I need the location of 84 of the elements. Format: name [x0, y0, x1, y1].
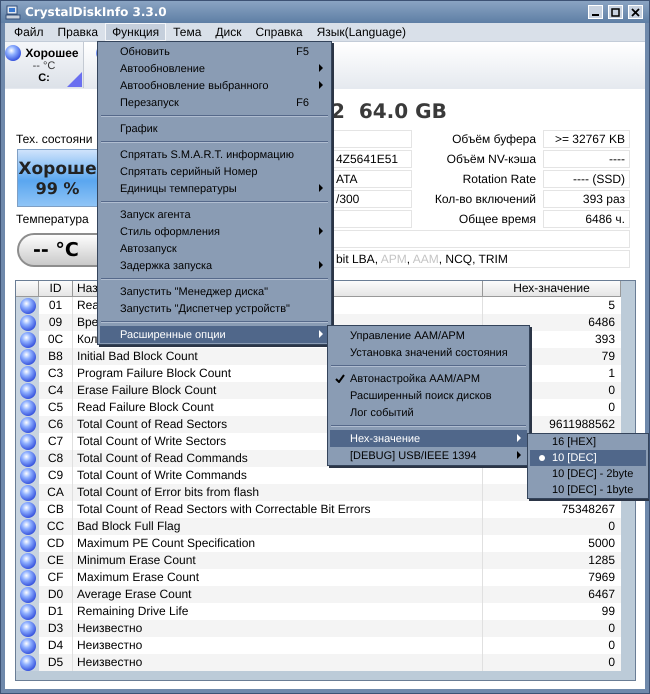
disk-letter: C:	[38, 72, 50, 84]
attribute-name: Remaining Drive Life	[77, 604, 188, 618]
attribute-name: Erase Failure Block Count	[77, 383, 216, 397]
info-field: 6486 ч.	[543, 210, 630, 228]
attribute-id: C5	[48, 400, 64, 414]
info-label: Объём буфера	[451, 132, 537, 146]
attribute-id: D5	[48, 655, 64, 669]
attribute-name: Неизвестно	[77, 621, 142, 635]
attribute-id: D4	[48, 638, 64, 652]
attribute-name: Total Count of Error bits from flash	[77, 485, 260, 499]
attribute-value: 79	[602, 349, 615, 363]
attribute-value: 7969	[588, 570, 615, 584]
info-label: Общее время	[458, 212, 537, 226]
attribute-value: 99	[602, 604, 615, 618]
attribute-value: 0	[608, 383, 615, 397]
attribute-name: Total Count of Read Sectors	[77, 417, 228, 431]
attribute-value: 0	[608, 638, 615, 652]
attribute-id: CD	[46, 536, 64, 550]
attribute-value: 0	[608, 621, 615, 635]
feature-list: bit LBA, APM, AAM, NCQ, TRIM	[331, 250, 630, 268]
attribute-value: 5	[608, 298, 615, 312]
attribute-id: B8	[48, 349, 63, 363]
attribute-id: CC	[46, 519, 64, 533]
info-label: Кол-во включений	[434, 192, 537, 206]
attribute-value: 6486	[588, 315, 615, 329]
attribute-id: D3	[48, 621, 64, 635]
info-field: 393 раз	[543, 190, 630, 208]
attribute-value: 9611988562	[549, 417, 615, 431]
attribute-id: C7	[48, 434, 64, 448]
attribute-id: C8	[48, 451, 64, 465]
attribute-name: Неизвестно	[77, 655, 142, 669]
attribute-id: 09	[48, 315, 62, 329]
attribute-name: Program Failure Block Count	[77, 366, 232, 380]
attribute-value: 0	[608, 400, 615, 414]
attribute-id: CA	[47, 485, 64, 499]
attribute-name: Total Count of Write Sectors	[77, 434, 226, 448]
info-field: >= 32767 KB	[543, 130, 630, 148]
attribute-name: Maximum PE Count Specification	[77, 536, 256, 550]
attribute-name: Maximum Erase Count	[77, 570, 200, 584]
attribute-value: 0	[608, 655, 615, 669]
health-status: Хороше	[18, 158, 97, 178]
attribute-value: 1285	[588, 553, 615, 567]
info-label: Объём NV-кэша	[446, 152, 537, 166]
info-field: ----	[543, 150, 630, 168]
attribute-id: C9	[48, 468, 64, 482]
temperature-display: -- °C	[17, 233, 98, 267]
attribute-name: Minimum Erase Count	[77, 553, 196, 567]
attribute-name: Кол	[77, 332, 98, 346]
attribute-name: Average Erase Count	[77, 587, 192, 601]
attribute-name: Initial Bad Block Count	[77, 349, 198, 363]
attribute-value: 6467	[588, 587, 615, 601]
attribute-id: 01	[48, 298, 62, 312]
info-field: /300	[331, 190, 412, 208]
attribute-id: C3	[48, 366, 64, 380]
attribute-value: 1	[608, 366, 615, 380]
attribute-id: D0	[48, 587, 64, 601]
attribute-value: 75348267	[562, 502, 615, 516]
attribute-name: Total Count of Write Commands	[77, 468, 247, 482]
attribute-id: CE	[47, 553, 64, 567]
info-label: Rotation Rate	[462, 172, 537, 186]
health-percent: 99 %	[36, 178, 80, 198]
attribute-value: 393	[594, 332, 615, 346]
info-field: ATA	[331, 170, 412, 188]
attribute-name: Total Count of Read Sectors with Correctable Bit Errors	[77, 502, 370, 516]
attribute-id: CB	[47, 502, 64, 516]
attribute-name: Неизвестно	[77, 638, 142, 652]
disk-temperature: -- °C	[32, 60, 56, 72]
temperature-label: Температура	[16, 212, 90, 226]
info-field: 4Z5641E51	[331, 150, 412, 168]
window-title: CrystalDiskInfo 3.3.0	[25, 5, 168, 19]
attribute-name: Bad Block Full Flag	[77, 519, 180, 533]
attribute-name: Вре	[77, 315, 98, 329]
attribute-id: C4	[48, 383, 64, 397]
attribute-id: CF	[48, 570, 64, 584]
attribute-name: Read Failure Block Count	[77, 400, 214, 414]
attribute-id: 0C	[48, 332, 64, 346]
attribute-value: 0	[608, 519, 615, 533]
attribute-name: Total Count of Read Commands	[77, 451, 248, 465]
health-label: Тех. состояни	[16, 132, 94, 146]
attribute-id: D1	[48, 604, 64, 618]
disk-status: Хорошее	[25, 46, 79, 60]
attribute-value: 5000	[588, 536, 615, 550]
attribute-id: C6	[48, 417, 64, 431]
info-field: ---- (SSD)	[543, 170, 630, 188]
